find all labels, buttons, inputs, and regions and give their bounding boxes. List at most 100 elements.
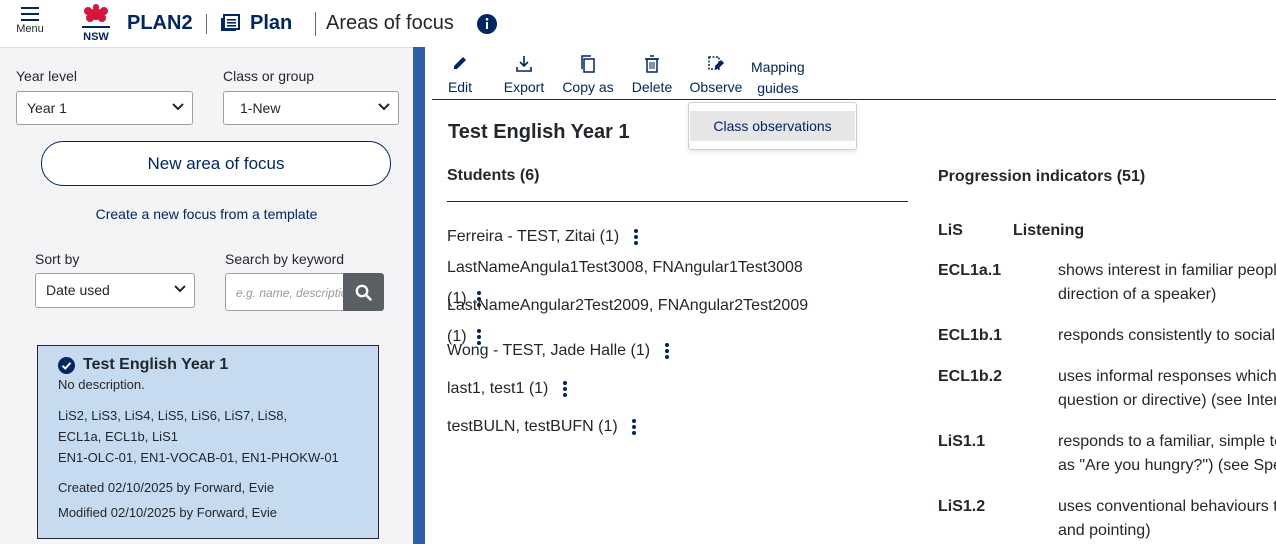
pi-code: ECL1b.1	[938, 327, 1003, 344]
pi-text-line: and pointing)	[1058, 522, 1151, 539]
students-heading: Students (6)	[447, 167, 540, 184]
observe-icon	[708, 56, 724, 70]
class-observations-menu-item[interactable]: Class observations	[690, 111, 855, 141]
progression-indicators-heading: Progression indicators (51)	[938, 168, 1146, 185]
student-item[interactable]: testBULN, testBUFN (1)	[447, 417, 637, 437]
class-select[interactable]: 1-New	[223, 91, 399, 125]
card-description: No description.	[58, 377, 145, 392]
plan-link[interactable]: Plan	[250, 12, 292, 35]
student-item[interactable]: LastNameAngular2Test2009, FNAngular2Test…	[447, 297, 808, 315]
pi-code: ECL1a.1	[938, 262, 1002, 279]
pi-description: responds to a familiar, simple te as "Ar…	[1058, 430, 1276, 478]
info-icon[interactable]	[477, 14, 497, 39]
check-circle-icon	[58, 357, 75, 374]
student-name: Ferreira - TEST, Zitai (1)	[447, 228, 620, 246]
class-value: 1-New	[240, 100, 281, 116]
sidebar-panel: Year level Year 1 Class or group 1-New N…	[0, 47, 413, 544]
copy-as-button[interactable]: Copy as	[562, 55, 614, 95]
student-item[interactable]: Ferreira - TEST, Zitai (1)	[447, 227, 638, 247]
pi-description: shows interest in familiar peopl directi…	[1058, 259, 1276, 307]
student-item[interactable]: LastNameAngula1Test3008, FNAngular1Test3…	[447, 259, 803, 277]
download-icon	[516, 56, 532, 72]
pi-text-line: uses conventional behaviours t	[1058, 498, 1276, 515]
observe-dropdown: Class observations	[688, 102, 857, 150]
pi-text-line: as "Are you hungry?") (see Spe	[1058, 457, 1276, 474]
pi-text-line: shows interest in familiar peopl	[1058, 262, 1276, 279]
divider	[315, 12, 316, 36]
card-title: Test English Year 1	[83, 356, 229, 373]
pi-code: ECL1b.2	[938, 368, 1003, 385]
copy-as-label: Copy as	[562, 79, 614, 95]
export-label: Export	[503, 79, 545, 95]
sort-value: Date used	[46, 282, 110, 298]
panel-divider[interactable]	[413, 47, 425, 544]
search-input[interactable]: e.g. name, description	[225, 273, 345, 311]
chevron-down-icon	[378, 103, 390, 111]
chevron-down-icon	[174, 285, 186, 293]
app-header: Menu NSW PLAN2 Plan Areas of focus	[0, 0, 1276, 47]
mapping-guides-link[interactable]: Mapping guides	[751, 57, 805, 99]
pi-text-line: uses informal responses which	[1058, 368, 1276, 385]
new-area-of-focus-button[interactable]: New area of focus	[41, 141, 391, 186]
kebab-menu-icon[interactable]	[633, 227, 638, 247]
students-divider	[447, 201, 908, 202]
create-from-template-link[interactable]: Create a new focus from a template	[0, 206, 413, 222]
observe-label: Observe	[689, 79, 743, 95]
delete-button[interactable]: Delete	[631, 55, 673, 95]
pi-group-name: Listening	[1013, 222, 1085, 239]
app-name: PLAN2	[127, 12, 193, 34]
focus-title: Test English Year 1	[448, 121, 630, 143]
toolbar-divider	[432, 99, 1276, 100]
pi-description: uses informal responses which question o…	[1058, 365, 1276, 413]
pi-description: uses conventional behaviours t and point…	[1058, 495, 1276, 543]
card-created: Created 02/10/2025 by Forward, Evie	[58, 480, 275, 495]
card-modified: Modified 02/10/2025 by Forward, Evie	[58, 505, 277, 520]
menu-label: Menu	[16, 23, 44, 35]
edit-label: Edit	[447, 79, 473, 95]
sort-label: Sort by	[35, 251, 80, 267]
delete-label: Delete	[631, 79, 673, 95]
observe-button[interactable]: Observe	[689, 55, 743, 95]
trash-icon	[645, 55, 659, 73]
search-placeholder: e.g. name, description	[236, 286, 345, 300]
pi-text-line: question or directive) (see Inter	[1058, 392, 1276, 409]
card-tags: ECL1a, ECL1b, LiS1	[58, 429, 178, 444]
hamburger-icon	[21, 7, 39, 21]
student-item[interactable]: Wong - TEST, Jade Halle (1)	[447, 341, 669, 361]
mapping-label: guides	[757, 80, 799, 96]
plan-icon	[221, 14, 241, 37]
page-title: Areas of focus	[326, 12, 454, 34]
year-level-select[interactable]: Year 1	[16, 91, 193, 125]
focus-card[interactable]: Test English Year 1 No description. LiS2…	[37, 345, 379, 539]
card-tags: LiS2, LiS3, LiS4, LiS5, LiS6, LiS7, LiS8…	[58, 408, 288, 423]
class-label: Class or group	[223, 68, 315, 84]
pi-description: responds consistently to social	[1058, 324, 1275, 348]
menu-button[interactable]: Menu	[12, 6, 48, 42]
sort-select[interactable]: Date used	[35, 273, 195, 308]
kebab-menu-icon[interactable]	[632, 417, 637, 437]
nsw-logo: NSW	[76, 2, 116, 44]
card-tags: EN1-OLC-01, EN1-VOCAB-01, EN1-PHOKW-01	[58, 450, 339, 465]
year-level-value: Year 1	[27, 100, 67, 116]
pi-group-code: LiS	[938, 222, 963, 239]
pi-text-line: responds to a familiar, simple te	[1058, 433, 1276, 450]
search-icon	[355, 284, 372, 301]
pi-text-line: responds consistently to social	[1058, 327, 1275, 344]
pi-code: LiS1.1	[938, 433, 986, 450]
search-label: Search by keyword	[225, 251, 345, 267]
kebab-menu-icon[interactable]	[562, 379, 567, 399]
mapping-label: Mapping	[751, 59, 805, 75]
year-level-label: Year level	[16, 68, 77, 84]
chevron-down-icon	[172, 103, 184, 111]
edit-button[interactable]: Edit	[447, 55, 473, 95]
student-item[interactable]: last1, test1 (1)	[447, 379, 567, 399]
divider	[206, 14, 207, 34]
export-button[interactable]: Export	[502, 55, 546, 95]
student-name: testBULN, testBUFN (1)	[447, 418, 618, 436]
student-name: Wong - TEST, Jade Halle (1)	[447, 342, 651, 360]
copy-icon	[581, 55, 595, 73]
student-name: last1, test1 (1)	[447, 380, 549, 398]
pencil-icon	[454, 57, 466, 69]
search-button[interactable]	[343, 273, 384, 311]
kebab-menu-icon[interactable]	[664, 341, 669, 361]
